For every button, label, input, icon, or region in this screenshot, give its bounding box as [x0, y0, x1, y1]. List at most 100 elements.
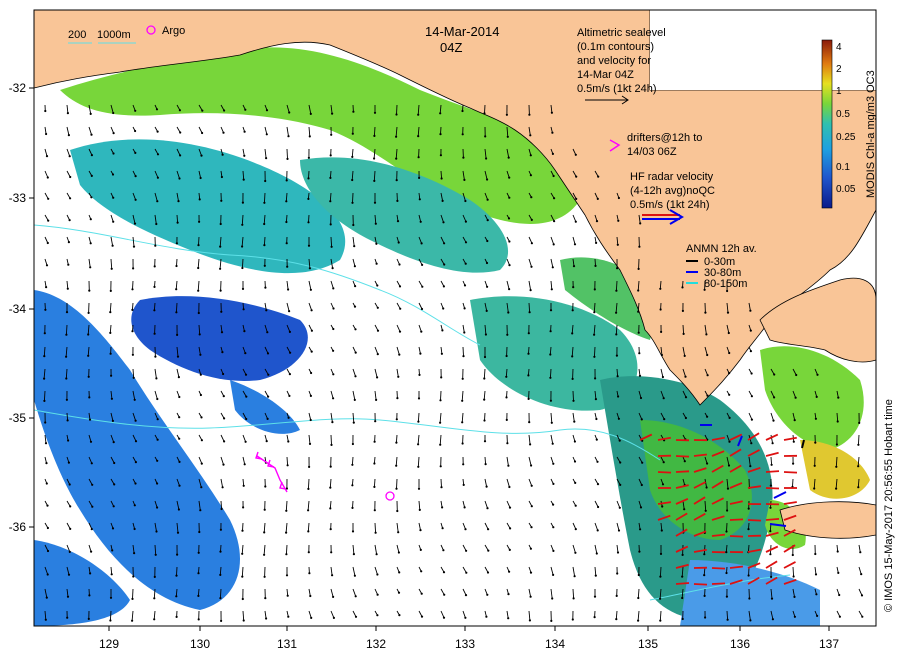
velocity-arrow-head: [484, 135, 487, 138]
velocity-arrow-head: [178, 437, 181, 440]
velocity-arrow-head: [46, 504, 49, 507]
velocity-arrow-head: [835, 487, 838, 490]
velocity-arrow-head: [464, 241, 468, 244]
velocity-arrow-head: [486, 178, 489, 181]
velocity-arrow-head: [352, 553, 355, 556]
velocity-arrow-head: [681, 286, 684, 289]
velocity-arrow-head: [418, 373, 421, 376]
velocity-arrow-head: [112, 505, 115, 508]
velocity-arrow-head: [309, 418, 312, 422]
velocity-arrow: [43, 390, 46, 401]
velocity-arrow: [572, 390, 574, 401]
velocity-arrow-head: [310, 350, 313, 353]
velocity-arrow-head: [332, 397, 335, 400]
velocity-arrow-head: [111, 549, 114, 552]
velocity-arrow-head: [43, 332, 46, 335]
velocity-arrow-head: [396, 509, 399, 513]
y-tick-33: -33: [9, 191, 27, 205]
velocity-arrow-head: [552, 174, 555, 178]
velocity-arrow-head: [132, 376, 135, 379]
velocity-arrow-head: [486, 219, 489, 222]
x-tick-131: 131: [277, 637, 297, 651]
velocity-arrow: [285, 544, 288, 555]
velocity-arrow-head: [373, 462, 376, 465]
velocity-arrow-head: [175, 595, 178, 598]
velocity-arrow-head: [373, 485, 376, 488]
velocity-arrow-head: [461, 421, 464, 424]
velocity-arrow-head: [395, 418, 398, 421]
velocity-arrow-head: [816, 373, 819, 376]
velocity-arrow-head: [109, 352, 112, 355]
velocity-arrow-head: [66, 112, 69, 115]
velocity-arrow-head: [506, 442, 509, 445]
velocity-arrow-head: [374, 420, 377, 423]
velocity-arrow-head: [155, 222, 158, 226]
velocity-arrow-head: [375, 262, 378, 265]
velocity-arrow-head: [440, 376, 443, 379]
velocity-arrow-head: [307, 197, 310, 200]
x-tick-129: 129: [99, 637, 119, 651]
velocity-arrow-head: [331, 574, 334, 577]
velocity-arrow-head: [507, 464, 510, 467]
velocity-arrow-head: [112, 111, 115, 115]
velocity-arrow-head: [45, 286, 48, 289]
hf-radar-arrow: [675, 582, 690, 585]
cb-tick-05: 0.5: [836, 109, 850, 120]
velocity-arrow-head: [486, 285, 489, 288]
velocity-arrow-head: [595, 552, 598, 555]
velocity-arrow-head: [308, 267, 311, 270]
velocity-arrow-head: [619, 461, 622, 464]
velocity-arrow-head: [285, 574, 289, 577]
velocity-arrow-head: [376, 376, 379, 379]
velocity-arrow-head: [417, 135, 420, 138]
velocity-arrow-head: [837, 396, 840, 399]
velocity-arrow-head: [528, 311, 531, 314]
velocity-arrow-head: [200, 462, 203, 465]
velocity-arrow-head: [506, 333, 509, 336]
velocity-arrow-head: [286, 265, 289, 268]
velocity-arrow-head: [373, 509, 376, 512]
velocity-arrow-head: [485, 485, 488, 488]
velocity-arrow-head: [528, 619, 532, 622]
velocity-arrow-head: [813, 464, 816, 467]
velocity-arrow-head: [351, 484, 354, 487]
velocity-arrow-head: [485, 261, 489, 265]
velocity-arrow-head: [527, 397, 530, 400]
velocity-arrow-head: [681, 553, 684, 557]
velocity-arrow-head: [201, 109, 204, 112]
velocity-arrow-head: [859, 551, 862, 554]
velocity-arrow-head: [509, 527, 512, 530]
velocity-arrow-head: [485, 157, 488, 160]
velocity-arrow-head: [288, 394, 291, 397]
velocity-arrow-head: [46, 549, 50, 553]
velocity-arrow-head: [221, 153, 224, 156]
velocity-arrow-head: [221, 351, 224, 354]
velocity-arrow-head: [728, 440, 731, 443]
velocity-arrow-head: [111, 419, 114, 422]
velocity-arrow-head: [770, 575, 773, 579]
velocity-arrow-head: [220, 199, 223, 202]
velocity-arrow-head: [219, 573, 222, 577]
velocity-arrow-head: [241, 575, 244, 578]
velocity-arrow-head: [242, 308, 245, 311]
velocity-arrow: [132, 280, 134, 290]
velocity-arrow-head: [464, 262, 467, 265]
velocity-arrow-head: [353, 574, 356, 577]
velocity-arrow-head: [747, 507, 750, 510]
velocity-arrow-head: [549, 353, 552, 356]
velocity-arrow-head: [617, 529, 621, 532]
velocity-arrow-head: [242, 178, 245, 181]
velocity-arrow-head: [397, 241, 400, 244]
velocity-arrow-head: [506, 135, 509, 138]
velocity-arrow-head: [750, 418, 754, 421]
velocity-arrow-head: [659, 619, 662, 622]
velocity-arrow-head: [530, 484, 533, 487]
velocity-arrow-head: [637, 267, 640, 270]
velocity-arrow-head: [176, 333, 179, 336]
velocity-arrow-head: [45, 155, 49, 158]
velocity-arrow-head: [265, 109, 269, 112]
velocity-arrow: [726, 522, 728, 532]
velocity-arrow-head: [835, 443, 839, 446]
velocity-arrow-head: [221, 486, 224, 489]
velocity-arrow-head: [749, 309, 752, 312]
